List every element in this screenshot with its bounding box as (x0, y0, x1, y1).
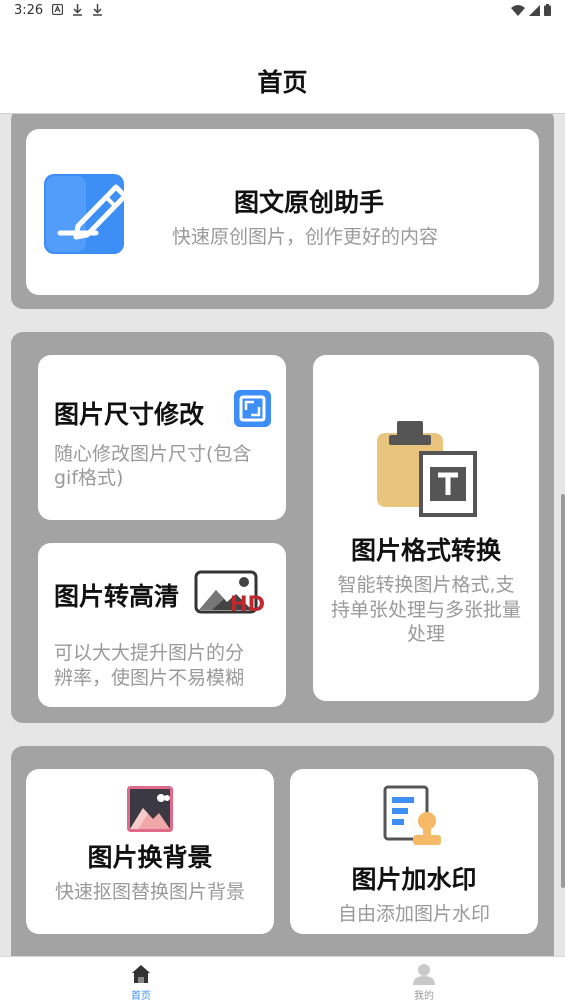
card-hd[interactable]: 图片转高清 HD 可以大大提升图片的分 辨率，使图片不易模糊 (38, 543, 286, 707)
tab-profile[interactable]: 我的 (374, 957, 474, 1005)
scrollbar[interactable] (561, 494, 565, 888)
notification-icons (52, 4, 103, 16)
battery-icon (544, 4, 551, 16)
section-tools: 图片尺寸修改 随心修改图片尺寸(包含 gif格式) 图片转高清 HD 可以大大提… (11, 332, 554, 723)
page-title: 首页 (257, 68, 308, 97)
system-icons (511, 4, 551, 16)
tab-home-label: 首页 (131, 991, 151, 1002)
card-convert-subtitle-line1: 智能转换图片格式,支 (337, 574, 515, 596)
card-convert-subtitle-line2: 持单张处理与多张批量 (330, 599, 521, 621)
card-convert-subtitle-line3: 处理 (406, 623, 445, 645)
home-icon (132, 965, 150, 983)
wifi-icon (511, 4, 525, 16)
card-hd-subtitle-line1: 可以大大提升图片的分 (54, 642, 245, 664)
card-resize-title: 图片尺寸修改 (54, 400, 205, 429)
card-assistant-subtitle: 快速原创图片，创作更好的内容 (172, 226, 439, 248)
watermark-stamp-icon (383, 785, 441, 845)
card-watermark-title: 图片加水印 (351, 865, 477, 894)
card-background-subtitle: 快速抠图替换图片背景 (54, 881, 245, 903)
card-assistant[interactable]: 图文原创助手 快速原创图片，创作更好的内容 (26, 129, 539, 295)
hd-badge: HD (230, 592, 266, 616)
edit-icon (44, 174, 128, 254)
card-background[interactable]: 图片换背景 快速抠图替换图片背景 (26, 769, 274, 934)
card-convert[interactable]: 图片格式转换 智能转换图片格式,支 持单张处理与多张批量 处理 (313, 355, 539, 701)
title-bar: 首页 (0, 26, 565, 114)
card-background-title: 图片换背景 (87, 843, 213, 872)
card-resize[interactable]: 图片尺寸修改 随心修改图片尺寸(包含 gif格式) (38, 355, 286, 520)
card-resize-subtitle-line1: 随心修改图片尺寸(包含 (54, 443, 252, 465)
tab-home[interactable]: 首页 (91, 957, 191, 1005)
clipboard-text-icon (377, 421, 477, 517)
section-assistant: 图文原创助手 快速原创图片，创作更好的内容 (11, 114, 554, 309)
download-icon (73, 4, 82, 16)
resize-icon (234, 390, 271, 427)
section-extras: 图片换背景 快速抠图替换图片背景 图片加水印 自由添加图片水印 (11, 746, 554, 956)
card-resize-subtitle-line2: gif格式) (54, 467, 124, 489)
card-convert-title: 图片格式转换 (350, 536, 501, 565)
user-icon (413, 964, 435, 985)
landscape-photo-icon (127, 786, 173, 832)
content-area[interactable]: 图文原创助手 快速原创图片，创作更好的内容 图片尺寸修改 随心修改图片尺寸(包含… (0, 114, 565, 956)
card-watermark[interactable]: 图片加水印 自由添加图片水印 (290, 769, 538, 934)
download-icon (93, 4, 102, 16)
card-watermark-subtitle: 自由添加图片水印 (337, 903, 490, 925)
bottom-tab-bar: 首页 我的 (0, 956, 565, 1005)
card-hd-subtitle-line2: 辨率，使图片不易模糊 (54, 667, 245, 689)
card-hd-title: 图片转高清 (54, 582, 180, 611)
notification-a-icon (52, 4, 63, 15)
status-time: 3:26 (14, 3, 44, 18)
signal-icon (529, 4, 540, 16)
status-bar: 3:26 (0, 0, 565, 26)
tab-profile-label: 我的 (414, 991, 434, 1002)
card-assistant-title: 图文原创助手 (234, 188, 385, 217)
